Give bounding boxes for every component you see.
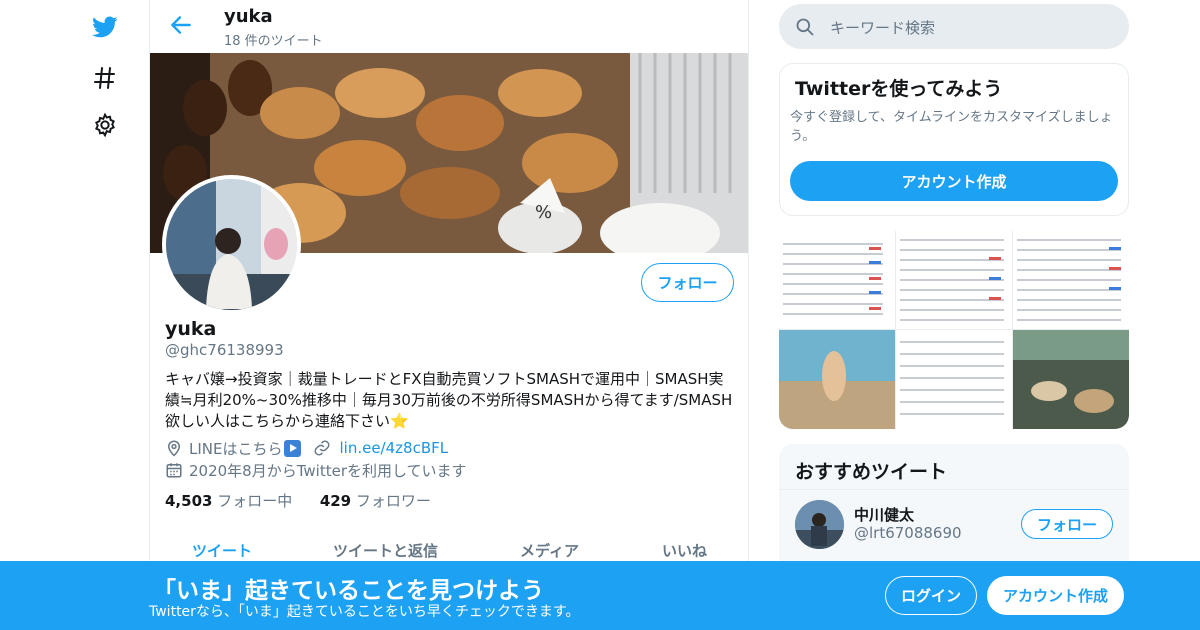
joined-text: 2020年8月からTwitterを利用しています bbox=[189, 461, 467, 480]
play-icon bbox=[284, 439, 302, 457]
followers-label: フォロワー bbox=[355, 492, 431, 510]
profile-header-bar: yuka 18 件のツイート bbox=[150, 0, 748, 53]
signup-card-title: Twitterを使ってみよう bbox=[795, 78, 1003, 100]
calendar-icon bbox=[165, 461, 183, 479]
profile-meta-joined: 2020年8月からTwitterを利用しています bbox=[165, 460, 467, 480]
login-button[interactable]: ログイン bbox=[885, 576, 977, 615]
bottom-create-account-button[interactable]: アカウント作成 bbox=[987, 576, 1124, 615]
profile-bio: キャバ嬢→投資家｜裁量トレードとFX自動売買ソフトSMASHで運用中｜SMASH… bbox=[165, 370, 733, 430]
twitter-profile-page: yuka 18 件のツイート % フォロー yuka @ghc76138993 … bbox=[0, 0, 1200, 630]
recommended-user-avatar[interactable] bbox=[795, 500, 844, 549]
header-name: yuka bbox=[224, 6, 273, 27]
profile-handle: @ghc76138993 bbox=[165, 341, 284, 359]
signup-card: Twitterを使ってみよう 今すぐ登録して、タイムラインをカスタマイズしましょ… bbox=[779, 63, 1129, 216]
tab-tweets-replies[interactable]: ツイートと返信 bbox=[333, 540, 438, 561]
following-stat[interactable]: 4,503 フォロー中 bbox=[165, 492, 292, 510]
profile-link[interactable]: lin.ee/4z8cBFL bbox=[339, 439, 448, 457]
bottom-signup-bar: 「いま」起きていることを見つけよう Twitterなら、「いま」起きていることを… bbox=[0, 561, 1200, 630]
recommended-follow-button[interactable]: フォロー bbox=[1021, 509, 1113, 539]
back-arrow-icon[interactable] bbox=[168, 12, 194, 38]
search-input[interactable]: キーワード検索 bbox=[779, 4, 1129, 49]
bottom-bar-subtitle: Twitterなら、「いま」起きていることをいち早くチェックできます。 bbox=[149, 604, 580, 620]
recommended-user-handle: @lrt67088690 bbox=[854, 524, 962, 542]
svg-text:%: % bbox=[535, 202, 552, 223]
twitter-bird-icon[interactable] bbox=[90, 12, 120, 42]
profile-column: yuka 18 件のツイート % フォロー yuka @ghc76138993 … bbox=[149, 0, 749, 630]
search-icon bbox=[795, 17, 815, 37]
profile-name: yuka bbox=[165, 318, 217, 340]
location-text: LINEはこちら bbox=[189, 439, 283, 458]
header-tweet-count: 18 件のツイート bbox=[224, 34, 323, 49]
bottom-bar-title: 「いま」起きていることを見つけよう bbox=[153, 578, 544, 604]
hashtag-icon[interactable] bbox=[90, 63, 120, 93]
following-count: 4,503 bbox=[165, 492, 213, 510]
profile-avatar[interactable] bbox=[162, 175, 301, 314]
search-placeholder: キーワード検索 bbox=[830, 19, 936, 37]
left-nav bbox=[80, 0, 130, 630]
tab-tweets[interactable]: ツイート bbox=[192, 540, 252, 561]
profile-stats: 4,503 フォロー中 429 フォロワー bbox=[165, 490, 431, 511]
gear-icon[interactable] bbox=[90, 110, 120, 140]
link-icon bbox=[313, 439, 331, 457]
followers-count: 429 bbox=[319, 492, 352, 510]
following-label: フォロー中 bbox=[217, 492, 293, 510]
media-grid[interactable] bbox=[779, 231, 1129, 429]
recommended-user-name[interactable]: 中川健太 bbox=[854, 504, 914, 525]
location-icon bbox=[165, 439, 183, 457]
recommend-title: おすすめツイート bbox=[795, 461, 948, 483]
tab-media[interactable]: メディア bbox=[520, 540, 579, 561]
follow-button[interactable]: フォロー bbox=[641, 263, 734, 302]
divider bbox=[779, 489, 1129, 490]
profile-meta-location: LINEはこちら lin.ee/4z8cBFL bbox=[165, 437, 448, 459]
tab-likes[interactable]: いいね bbox=[662, 540, 707, 561]
signup-card-text: 今すぐ登録して、タイムラインをカスタマイズしましょう。 bbox=[790, 110, 1113, 144]
followers-stat[interactable]: 429 フォロワー bbox=[320, 492, 431, 510]
create-account-button[interactable]: アカウント作成 bbox=[790, 161, 1118, 201]
